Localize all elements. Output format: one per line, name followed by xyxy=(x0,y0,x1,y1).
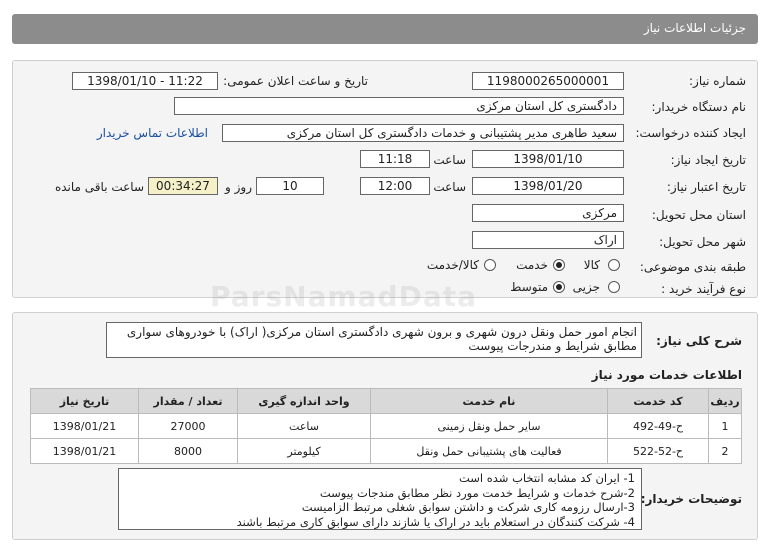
process-medium-radio[interactable] xyxy=(553,281,565,293)
city-field: اراک xyxy=(472,231,624,249)
process-minor-radio[interactable] xyxy=(608,281,620,293)
days-label: روز و xyxy=(225,180,252,194)
create-date-field: 1398/01/10 xyxy=(472,150,624,168)
cell-name: سایر حمل ونقل زمینی xyxy=(370,413,608,439)
col-qty-header: تعداد / مقدار xyxy=(138,388,238,414)
page-header: جزئیات اطلاعات نیاز xyxy=(12,14,758,44)
watermark: ParsNamadData xyxy=(210,280,477,313)
contact-buyer-link[interactable]: اطلاعات تماس خریدار xyxy=(97,126,208,140)
cell-qty: 27000 xyxy=(138,413,238,439)
services-title: اطلاعات خدمات مورد نیاز xyxy=(591,368,742,382)
cell-unit: ساعت xyxy=(237,413,371,439)
category-goods-label: کالا xyxy=(583,258,600,272)
cell-code: ح-49-492 xyxy=(607,413,709,439)
buyer-note-line: 1- ایران کد مشابه انتخاب شده است xyxy=(458,471,635,485)
province-field: مرکزی xyxy=(472,204,624,222)
validity-time-field: 12:00 xyxy=(360,177,430,195)
table-header-row: ردیف کد خدمت نام خدمت واحد اندازه گیری ت… xyxy=(30,388,742,414)
services-table: ردیف کد خدمت نام خدمت واحد اندازه گیری ت… xyxy=(30,388,742,464)
cell-row: 1 xyxy=(708,413,742,439)
city-label: شهر محل تحویل: xyxy=(659,235,746,249)
category-goods-radio[interactable] xyxy=(608,259,620,271)
validity-time-label: ساعت xyxy=(433,180,466,194)
process-medium-label: متوسط xyxy=(510,280,548,294)
create-time-label: ساعت xyxy=(433,153,466,167)
cell-date: 1398/01/21 xyxy=(30,413,139,439)
cell-unit: کیلومتر xyxy=(237,438,371,464)
buyer-org-field: دادگستری کل استان مرکزی xyxy=(174,97,624,115)
category-label: طبقه بندی موضوعی: xyxy=(639,260,746,274)
page-title: جزئیات اطلاعات نیاز xyxy=(643,21,746,35)
table-row: 1 ح-49-492 سایر حمل ونقل زمینی ساعت 2700… xyxy=(30,413,742,439)
validity-date-field: 1398/01/20 xyxy=(472,177,624,195)
requester-field: سعید طاهری مدیر پشتیبانی و خدمات دادگستر… xyxy=(222,124,624,142)
summary-label: شرح کلی نیاز: xyxy=(656,334,742,348)
summary-text: انجام امور حمل ونقل درون شهری و برون شهر… xyxy=(106,322,642,358)
category-goods-service-radio[interactable] xyxy=(484,259,496,271)
days-field: 10 xyxy=(256,177,324,195)
col-code-header: کد خدمت xyxy=(607,388,709,414)
province-label: استان محل تحویل: xyxy=(651,208,746,222)
buyer-note-line: 4- شرکت کنندگان در استعلام باید در اراک … xyxy=(236,514,635,529)
category-goods-service-label: کالا/خدمت xyxy=(426,258,479,272)
create-time-field: 11:18 xyxy=(360,150,430,168)
cell-date: 1398/01/21 xyxy=(30,438,139,464)
remaining-time-field: 00:34:27 xyxy=(148,177,218,195)
buyer-notes-box: 1- ایران کد مشابه انتخاب شده است 2-شرح خ… xyxy=(118,468,642,530)
col-date-header: تاریخ نیاز xyxy=(30,388,139,414)
create-date-label: تاریخ ایجاد نیاز: xyxy=(670,153,746,167)
buyer-notes-label: توضیحات خریدار: xyxy=(640,492,742,506)
need-number-field: 1198000265000001 xyxy=(472,72,624,90)
col-unit-header: واحد اندازه گیری xyxy=(237,388,371,414)
buyer-note-line: 3-ارسال رزومه کاری شرکت و داشتن سوابق شغ… xyxy=(301,500,635,514)
category-service-radio[interactable] xyxy=(553,259,565,271)
process-label: نوع فرآیند خرید : xyxy=(661,282,746,296)
cell-qty: 8000 xyxy=(138,438,238,464)
cell-name: فعالیت های پشتیبانی حمل ونقل xyxy=(370,438,608,464)
buyer-note-line: 2-شرح خدمات و شرایط خدمت مورد نظر مطابق … xyxy=(319,485,635,500)
cell-row: 2 xyxy=(708,438,742,464)
col-name-header: نام خدمت xyxy=(370,388,608,414)
col-row-header: ردیف xyxy=(708,388,742,414)
validity-label: تاریخ اعتبار نیاز: xyxy=(666,180,746,194)
cell-code: ح-52-522 xyxy=(607,438,709,464)
announce-field: 1398/01/10 - 11:22 xyxy=(72,72,218,90)
process-minor-label: جزیی xyxy=(572,280,600,294)
remaining-label: ساعت باقی مانده xyxy=(54,180,144,194)
buyer-org-label: نام دستگاه خریدار: xyxy=(651,100,747,114)
announce-label: تاریخ و ساعت اعلان عمومی: xyxy=(223,74,368,88)
requester-label: ایجاد کننده درخواست: xyxy=(635,126,746,140)
table-row: 2 ح-52-522 فعالیت های پشتیبانی حمل ونقل … xyxy=(30,438,742,464)
need-number-label: شماره نیاز: xyxy=(689,74,746,88)
category-service-label: خدمت xyxy=(516,258,548,272)
